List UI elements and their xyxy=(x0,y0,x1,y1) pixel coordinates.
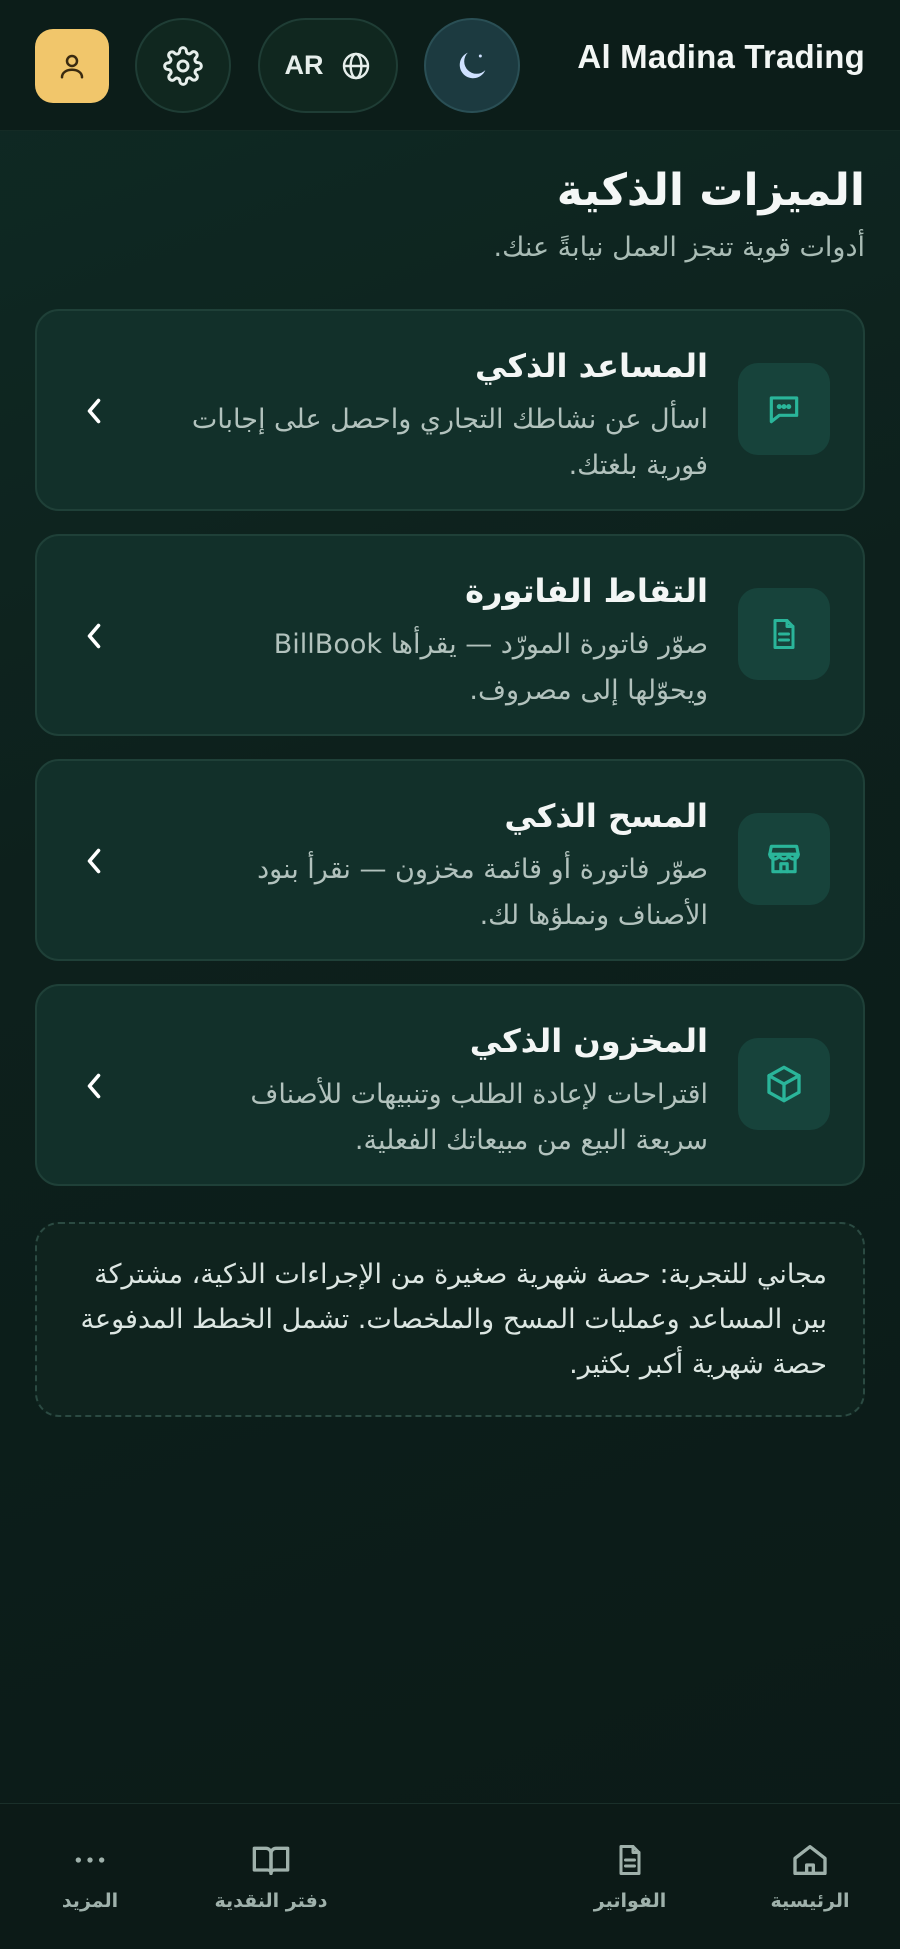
feature-title: المخزون الذكي xyxy=(469,1022,708,1060)
nav-item-invoices[interactable]: الفواتير xyxy=(560,1840,700,1912)
feature-description: اقتراحات لإعادة الطلب وتنبيهات للأصناف س… xyxy=(250,1079,708,1156)
account-button[interactable] xyxy=(35,29,109,103)
feature-description: اسأل عن نشاطك التجاري واحصل على إجابات ف… xyxy=(191,404,708,481)
home-icon xyxy=(793,1845,827,1875)
feature-icon-box xyxy=(738,588,830,680)
feature-card-smart-scan[interactable]: المسح الذكي صوّر فاتورة أو قائمة مخزون —… xyxy=(35,759,865,961)
settings-button[interactable] xyxy=(135,18,231,113)
nav-label: المزيد xyxy=(61,1890,119,1912)
box-icon xyxy=(767,1065,801,1103)
bottom-navigation: الرئيسية الفواتير دفتر النقدية المزيد xyxy=(0,1803,900,1949)
feature-title: المسح الذكي xyxy=(504,797,708,835)
nav-item-home[interactable]: الرئيسية xyxy=(740,1840,880,1912)
store-icon xyxy=(768,844,800,874)
brand-name: Al Madina Trading xyxy=(577,38,865,75)
feature-description: صوّر فاتورة أو قائمة مخزون — نقرأ بنود ا… xyxy=(257,854,708,931)
gear-icon xyxy=(163,45,203,86)
more-dots-icon xyxy=(75,1857,105,1863)
feature-card-smart-inventory[interactable]: المخزون الذكي اقتراحات لإعادة الطلب وتنب… xyxy=(35,984,865,1186)
user-icon xyxy=(60,54,84,79)
chat-bubble-icon xyxy=(769,396,799,424)
globe-icon xyxy=(342,52,369,79)
invoice-icon xyxy=(619,1845,641,1875)
feature-icon-box xyxy=(738,363,830,455)
feature-description: صوّر فاتورة المورّد — يقرأها BillBook وي… xyxy=(273,629,708,706)
chevron-left-icon xyxy=(79,393,109,429)
nav-item-more[interactable]: المزيد xyxy=(20,1840,160,1912)
feature-icon-box xyxy=(738,1038,830,1130)
feature-title: المساعد الذكي xyxy=(475,347,708,385)
book-icon xyxy=(252,1846,290,1875)
page-title: الميزات الذكية xyxy=(556,165,865,216)
feature-title: التقاط الفاتورة xyxy=(465,572,708,610)
nav-label: دفتر النقدية xyxy=(214,1890,328,1912)
chevron-left-icon xyxy=(79,618,109,654)
feature-icon-box xyxy=(738,813,830,905)
nav-item-cashbook[interactable]: دفتر النقدية xyxy=(201,1840,341,1912)
app-header: AR Al Madina Trading xyxy=(0,0,900,131)
moon-icon xyxy=(459,52,486,78)
trial-quota-note: مجاني للتجربة: حصة شهرية صغيرة من الإجرا… xyxy=(35,1222,865,1417)
trial-quota-text: مجاني للتجربة: حصة شهرية صغيرة من الإجرا… xyxy=(80,1259,828,1380)
nav-label: الفواتير xyxy=(593,1890,667,1912)
chevron-left-icon xyxy=(79,843,109,879)
feature-card-ai-assistant[interactable]: المساعد الذكي اسأل عن نشاطك التجاري واحص… xyxy=(35,309,865,511)
language-toggle[interactable]: AR xyxy=(258,18,398,113)
chevron-left-icon xyxy=(79,1068,109,1104)
nav-label: الرئيسية xyxy=(770,1890,850,1912)
document-icon xyxy=(773,619,795,649)
theme-toggle[interactable] xyxy=(424,18,520,113)
language-label: AR xyxy=(284,50,324,80)
feature-card-invoice-capture[interactable]: التقاط الفاتورة صوّر فاتورة المورّد — يق… xyxy=(35,534,865,736)
page-subtitle: أدوات قوية تنجز العمل نيابةً عنك. xyxy=(493,232,865,263)
